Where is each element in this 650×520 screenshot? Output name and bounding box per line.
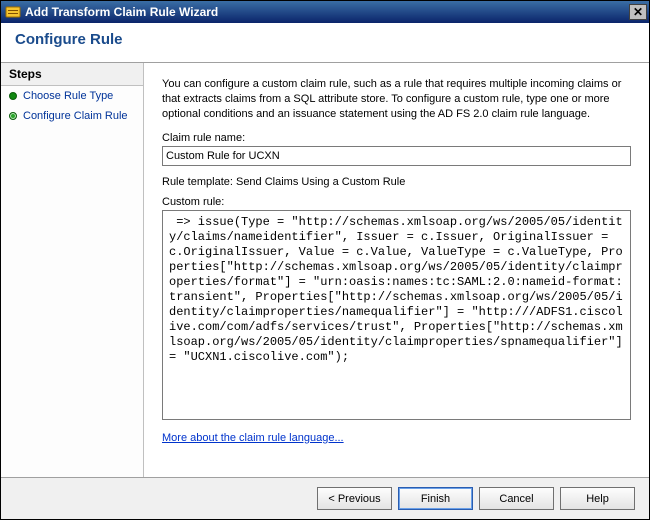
- wizard-footer: < Previous Finish Cancel Help: [1, 477, 649, 519]
- step-choose-rule-type[interactable]: Choose Rule Type: [1, 86, 143, 106]
- wizard-body: Steps Choose Rule Type Configure Claim R…: [1, 63, 649, 477]
- window-title: Add Transform Claim Rule Wizard: [25, 5, 629, 19]
- previous-button[interactable]: < Previous: [317, 487, 392, 510]
- custom-rule-textarea[interactable]: [162, 210, 631, 420]
- page-heading: Configure Rule: [15, 31, 123, 48]
- wizard-header: Configure Rule: [1, 23, 649, 63]
- step-configure-claim-rule[interactable]: Configure Claim Rule: [1, 106, 143, 126]
- wizard-window: Add Transform Claim Rule Wizard ✕ Config…: [0, 0, 650, 520]
- steps-sidebar: Steps Choose Rule Type Configure Claim R…: [1, 63, 144, 477]
- finish-button[interactable]: Finish: [398, 487, 473, 510]
- app-icon: [5, 4, 21, 20]
- more-about-link[interactable]: More about the claim rule language...: [162, 432, 631, 444]
- help-button[interactable]: Help: [560, 487, 635, 510]
- main-panel: You can configure a custom claim rule, s…: [144, 63, 649, 477]
- rule-template-label: Rule template: Send Claims Using a Custo…: [162, 176, 631, 188]
- claim-rule-name-input[interactable]: [162, 146, 631, 166]
- intro-text: You can configure a custom claim rule, s…: [162, 77, 631, 122]
- step-label: Choose Rule Type: [23, 90, 113, 102]
- custom-rule-label: Custom rule:: [162, 196, 631, 208]
- step-bullet-icon: [9, 112, 17, 120]
- cancel-button[interactable]: Cancel: [479, 487, 554, 510]
- step-label: Configure Claim Rule: [23, 110, 128, 122]
- titlebar: Add Transform Claim Rule Wizard ✕: [1, 1, 649, 23]
- steps-heading: Steps: [1, 63, 143, 86]
- step-bullet-icon: [9, 92, 17, 100]
- claim-rule-name-label: Claim rule name:: [162, 132, 631, 144]
- close-icon[interactable]: ✕: [629, 4, 647, 20]
